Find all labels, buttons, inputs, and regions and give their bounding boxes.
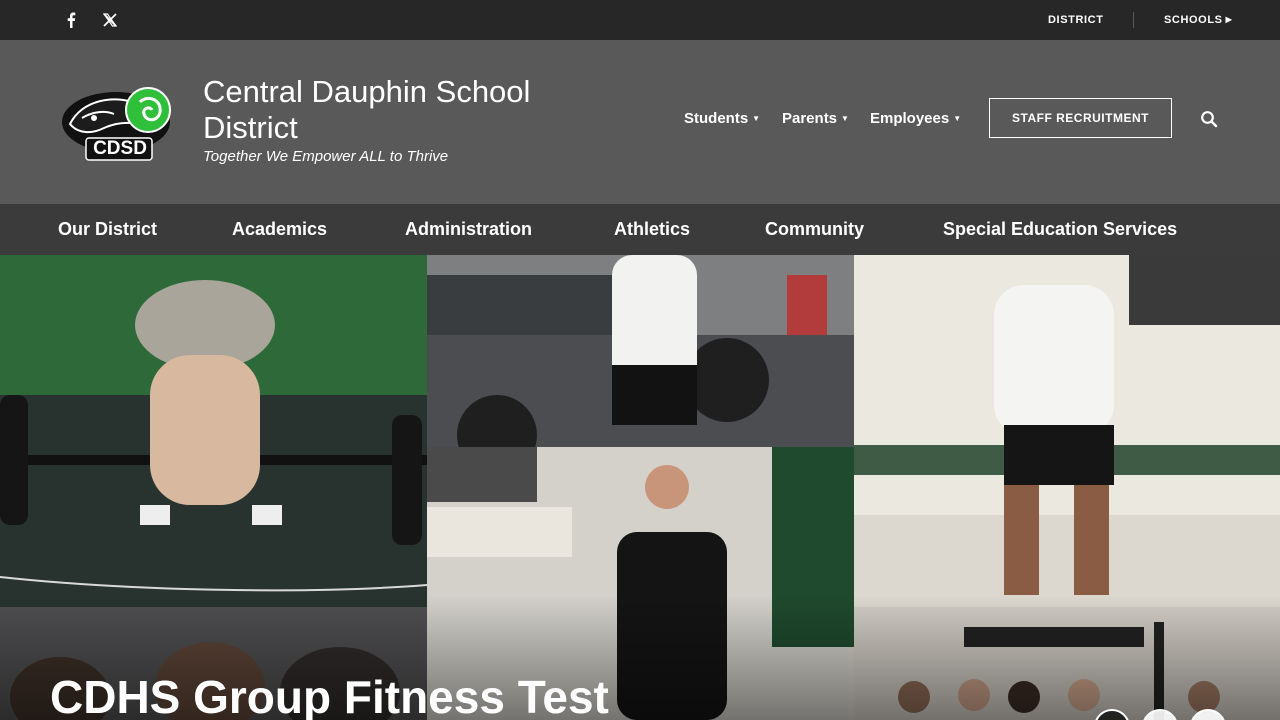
main-navigation: Our District Academics Administration At… bbox=[0, 204, 1280, 255]
nav-athletics[interactable]: Athletics bbox=[614, 204, 690, 255]
site-tagline: Together We Empower ALL to Thrive bbox=[203, 148, 449, 165]
search-icon[interactable] bbox=[1200, 110, 1220, 130]
nav-employees[interactable]: Employees ▼ bbox=[870, 107, 961, 129]
nav-students[interactable]: Students ▼ bbox=[684, 107, 760, 129]
caret-down-icon: ▼ bbox=[752, 113, 761, 123]
nav-parents-label: Parents bbox=[782, 109, 838, 127]
district-link[interactable]: DISTRICT bbox=[1048, 0, 1104, 40]
site-header: CDSD Central Dauphin School District Tog… bbox=[0, 40, 1280, 204]
slide-dot-3[interactable] bbox=[1190, 709, 1226, 720]
schools-label: SCHOOLS bbox=[1164, 14, 1223, 26]
logo-text: CDSD bbox=[93, 138, 147, 159]
nav-administration[interactable]: Administration bbox=[405, 204, 532, 255]
hero-photo-gym bbox=[427, 255, 854, 447]
divider bbox=[1133, 12, 1134, 28]
nav-parents[interactable]: Parents ▼ bbox=[782, 107, 849, 129]
nav-academics[interactable]: Academics bbox=[232, 204, 327, 255]
caret-right-icon: ▶ bbox=[1225, 15, 1233, 24]
slide-dot-1[interactable] bbox=[1094, 709, 1130, 720]
schools-link[interactable]: SCHOOLS ▶ bbox=[1164, 0, 1232, 40]
site-title[interactable]: Central Dauphin School District bbox=[203, 74, 583, 146]
caret-down-icon: ▼ bbox=[953, 113, 962, 123]
slide-dot-2[interactable] bbox=[1142, 709, 1178, 720]
caret-down-icon: ▼ bbox=[841, 113, 849, 123]
nav-our-district[interactable]: Our District bbox=[58, 204, 157, 255]
hero-photo-hallway bbox=[854, 255, 1280, 607]
utility-bar: DISTRICT SCHOOLS ▶ bbox=[0, 0, 1280, 40]
district-logo[interactable]: CDSD bbox=[52, 82, 176, 162]
staff-recruitment-button[interactable]: STAFF RECRUITMENT bbox=[989, 98, 1172, 138]
hero-slideshow: CDHS Group Fitness Test bbox=[0, 255, 1280, 720]
x-icon[interactable] bbox=[98, 0, 122, 40]
hero-photo-deadlift bbox=[0, 255, 427, 607]
slide-controls bbox=[1094, 709, 1226, 720]
hero-title[interactable]: CDHS Group Fitness Test bbox=[50, 667, 609, 720]
nav-employees-label: Employees bbox=[870, 109, 950, 127]
nav-special-education-services[interactable]: Special Education Services bbox=[943, 204, 1177, 255]
nav-community[interactable]: Community bbox=[765, 204, 864, 255]
facebook-icon[interactable] bbox=[59, 0, 83, 40]
nav-students-label: Students bbox=[684, 109, 749, 127]
